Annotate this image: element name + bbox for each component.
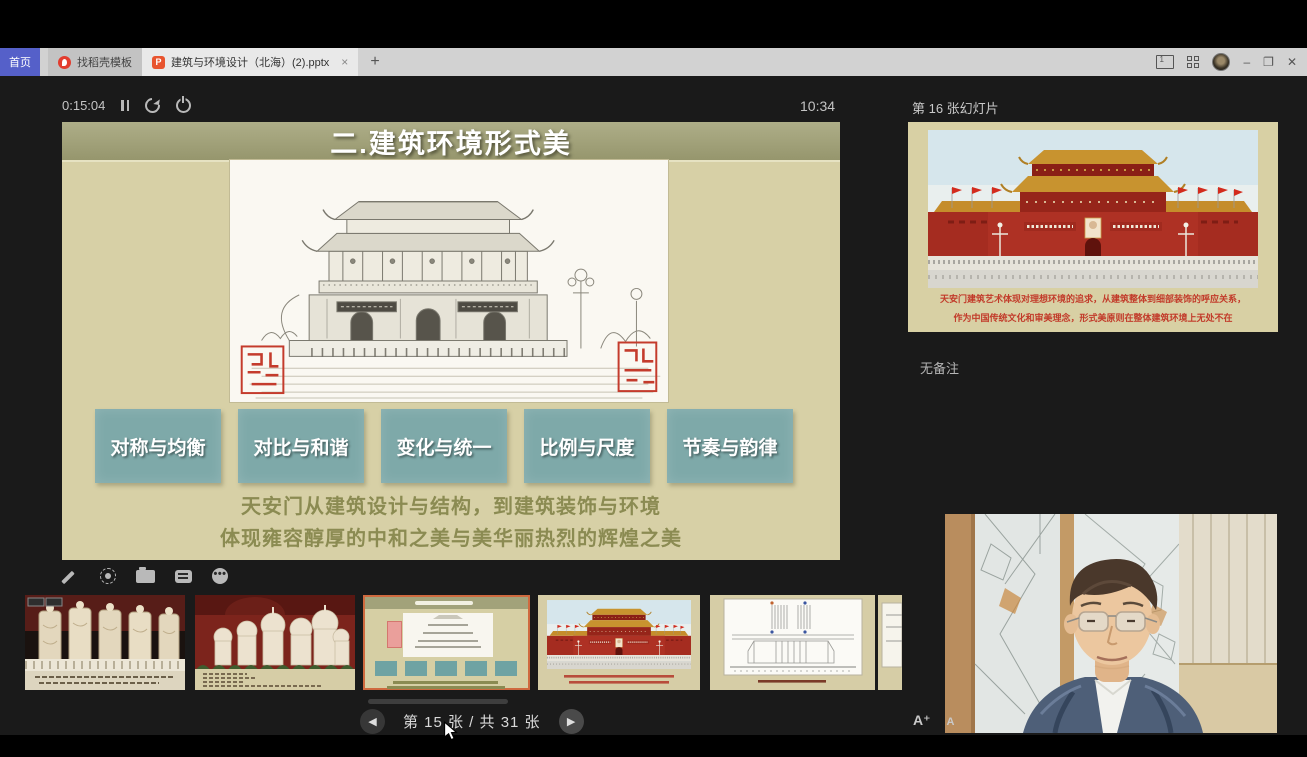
- slide-title-band: 二.建筑环境形式美: [62, 122, 840, 162]
- mouse-cursor: [443, 721, 458, 741]
- presenter-view-icon[interactable]: [1156, 55, 1174, 69]
- mini-caption-line: [387, 686, 505, 689]
- comments-icon[interactable]: [175, 570, 192, 583]
- next-slide-button[interactable]: ▶: [559, 709, 584, 734]
- slide-position-label: 第 15 张 / 共 31 张: [403, 711, 541, 732]
- clock: 10:34: [800, 98, 835, 114]
- next-slide-header: 第 16 张幻灯片: [912, 98, 999, 117]
- laser-pointer-icon[interactable]: [100, 568, 116, 584]
- timer-row: 0:15:04: [62, 98, 191, 113]
- slide-thumbnail-18-partial[interactable]: [878, 595, 902, 690]
- window-controls: – ❐ ✕: [1156, 48, 1297, 76]
- more-options-icon[interactable]: •••: [212, 568, 228, 584]
- presenter-person: [945, 514, 1277, 733]
- preview-caption-line2: 作为中国传统文化和审美理念，形式美原则在整体建筑环境上无处不在: [908, 311, 1278, 324]
- app-window: 首页 找稻壳模板 P 建筑与环境设计（北海）(2).pptx × + – ❐ ✕…: [0, 0, 1307, 757]
- mini-engraving: [403, 613, 493, 657]
- annotation-toolbar: •••: [64, 568, 228, 584]
- thumbnail-strip: [0, 595, 905, 690]
- principle-box-5: 节奏与韵律: [667, 409, 793, 483]
- tab-home[interactable]: 首页: [0, 48, 40, 76]
- font-increase-icon[interactable]: A⁺: [913, 712, 931, 729]
- restore-button[interactable]: ❐: [1263, 56, 1274, 68]
- preview-caption-line1: 天安门建筑艺术体现对理想环境的追求，从建筑整体到细部装饰的呼应关系，: [908, 292, 1278, 305]
- tiananmen-photo: [928, 130, 1258, 288]
- tab-docer-label: 找稻壳模板: [77, 54, 132, 70]
- ppt-file-icon: P: [152, 56, 165, 69]
- titlebar: 首页 找稻壳模板 P 建筑与环境设计（北海）(2).pptx × +: [0, 48, 1307, 76]
- docer-icon: [58, 56, 71, 69]
- reset-timer-icon[interactable]: [142, 95, 163, 116]
- slide-caption-line1: 天安门从建筑设计与结构，到建筑装饰与环境: [62, 490, 840, 519]
- end-show-icon[interactable]: [176, 98, 191, 113]
- elapsed-timer: 0:15:04: [62, 98, 105, 113]
- camera-avatar-icon[interactable]: [1212, 53, 1230, 71]
- mini-principle-box: [405, 661, 427, 676]
- principle-box-2: 对比与和谐: [238, 409, 364, 483]
- mini-principle-box: [375, 661, 397, 676]
- presenter-stage: 0:15:04 10:34 二.建筑环境形式美: [0, 76, 1307, 735]
- camera-icon[interactable]: [136, 570, 155, 583]
- principle-boxes: 对称与均衡 对比与和谐 变化与统一 比例与尺度 节奏与韵律: [62, 409, 840, 483]
- tab-docer[interactable]: 找稻壳模板: [48, 48, 142, 76]
- tab-document[interactable]: P 建筑与环境设计（北海）(2).pptx ×: [142, 48, 358, 76]
- next-slide-preview[interactable]: 天安门建筑艺术体现对理想环境的追求，从建筑整体到细部装饰的呼应关系， 作为中国传…: [908, 122, 1278, 332]
- mini-title-band: [365, 597, 528, 609]
- grid-view-icon[interactable]: [1187, 56, 1199, 68]
- mini-seal: [387, 621, 402, 648]
- note-font-controls: A⁺ A: [913, 712, 954, 729]
- mini-principle-box: [435, 661, 457, 676]
- slide-thumbnail-15-current[interactable]: [363, 595, 530, 690]
- slide-title: 二.建筑环境形式美: [330, 122, 572, 161]
- current-slide[interactable]: 二.建筑环境形式美: [62, 122, 840, 560]
- previous-slide-button[interactable]: ◀: [360, 709, 385, 734]
- principle-box-4: 比例与尺度: [524, 409, 650, 483]
- mini-principle-box: [465, 661, 487, 676]
- slide-thumbnail-13[interactable]: [25, 595, 185, 690]
- thumbnail-scrollbar[interactable]: [368, 699, 508, 704]
- slide-thumbnail-16[interactable]: [538, 595, 700, 690]
- close-button[interactable]: ✕: [1287, 56, 1297, 68]
- minimize-button[interactable]: –: [1243, 56, 1250, 68]
- notes-placeholder: 无备注: [920, 358, 959, 377]
- close-tab-icon[interactable]: ×: [341, 55, 348, 69]
- font-decrease-icon[interactable]: A: [947, 716, 955, 728]
- tiananmen-engraving-image: [230, 160, 668, 402]
- pen-icon[interactable]: [64, 568, 80, 584]
- slide-navigation: ◀ 第 15 张 / 共 31 张 ▶: [360, 709, 584, 734]
- new-tab-button[interactable]: +: [358, 48, 391, 76]
- slide-thumbnail-17[interactable]: [710, 595, 875, 690]
- principle-box-1: 对称与均衡: [95, 409, 221, 483]
- mini-principle-box: [495, 661, 517, 676]
- tab-document-label: 建筑与环境设计（北海）(2).pptx: [171, 54, 329, 70]
- principle-box-3: 变化与统一: [381, 409, 507, 483]
- slide-caption-line2: 体现雍容醇厚的中和之美与美华丽热烈的辉煌之美: [62, 522, 840, 551]
- webcam-video[interactable]: [945, 514, 1277, 733]
- slide-thumbnail-14[interactable]: [195, 595, 355, 690]
- pause-timer-icon[interactable]: [121, 100, 129, 111]
- mini-caption-line: [393, 681, 498, 684]
